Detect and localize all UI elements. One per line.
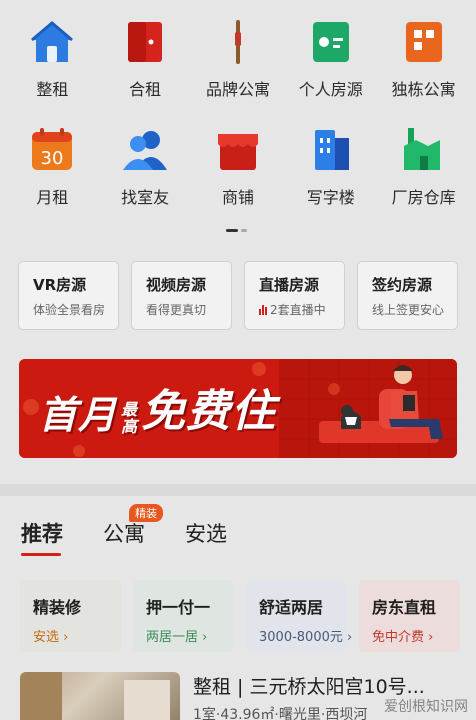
people-icon xyxy=(121,126,169,174)
live-bars-icon xyxy=(259,304,267,315)
promo-banner[interactable]: 首月 最 高 免费住 xyxy=(19,359,457,458)
feature-title: 押一付一 xyxy=(146,598,211,617)
category-label: 独栋公寓 xyxy=(391,80,456,99)
banner-first-month: 首月 xyxy=(39,393,118,437)
category-label: 品牌公寓 xyxy=(205,80,270,99)
banner-small-bottom: 高 xyxy=(121,417,138,436)
building-icon xyxy=(400,18,448,66)
card-title: 视频房源 xyxy=(146,276,207,294)
category-monthly-rent[interactable]: 30 月租 xyxy=(7,126,97,208)
house-icon xyxy=(28,18,76,66)
feature-subtitle: 免中介费 › xyxy=(372,630,434,645)
signed-listing-card[interactable]: 签约房源 线上签更安心 xyxy=(357,261,458,330)
page-indicator xyxy=(226,229,247,232)
office-tower-icon xyxy=(307,126,355,174)
category-label: 厂房仓库 xyxy=(391,188,456,207)
id-card-icon xyxy=(307,18,355,66)
tab-label: 安选 xyxy=(185,522,227,546)
page-dot-active xyxy=(226,229,238,232)
category-standalone-apartment[interactable]: 独栋公寓 xyxy=(379,18,469,100)
banner-up-to: 最 高 xyxy=(121,401,137,435)
category-row-1: 整租 合租 品牌公寓 个人房源 独栋公寓 xyxy=(0,18,476,100)
tab-safe-select[interactable]: 安选 xyxy=(185,518,227,548)
feature-card-landlord-direct[interactable]: 房东直租 免中介费 › xyxy=(359,580,460,652)
category-brand-apartment[interactable]: 品牌公寓 xyxy=(193,18,283,100)
category-label: 商铺 xyxy=(221,188,254,207)
card-subtitle: 体验全景看房 xyxy=(33,303,106,317)
calendar-icon: 30 xyxy=(28,126,76,174)
calendar-number: 30 xyxy=(41,148,64,169)
page-dot xyxy=(241,229,247,232)
video-listing-card[interactable]: 视频房源 看得更真切 xyxy=(131,261,232,330)
live-listing-card[interactable]: 直播房源 2套直播中 xyxy=(244,261,345,330)
category-label: 个人房源 xyxy=(298,80,363,99)
category-factory-warehouse[interactable]: 厂房仓库 xyxy=(379,126,469,208)
pin-icon xyxy=(214,18,262,66)
feature-subtitle: 两居一居 › xyxy=(146,630,208,645)
category-whole-rent[interactable]: 整租 xyxy=(7,18,97,100)
feature-title: 精装修 xyxy=(33,598,82,617)
banner-free-stay: 免费住 xyxy=(141,386,277,437)
tab-recommend[interactable]: 推荐 xyxy=(21,518,63,556)
category-label: 合租 xyxy=(129,80,162,99)
feature-subtitle: 3000-8000元 › xyxy=(259,630,353,645)
category-find-roommate[interactable]: 找室友 xyxy=(100,126,190,208)
shop-icon xyxy=(214,126,262,174)
listing-photo xyxy=(20,672,180,720)
feature-subtitle: 安选 › xyxy=(33,630,69,645)
banner-small-top: 最 xyxy=(121,400,138,419)
card-title: 签约房源 xyxy=(372,276,433,294)
feature-card-deposit-one[interactable]: 押一付一 两居一居 › xyxy=(133,580,234,652)
card-subtitle-row: 2套直播中 xyxy=(259,301,336,318)
category-shared-rent[interactable]: 合租 xyxy=(100,18,190,100)
category-shop[interactable]: 商铺 xyxy=(193,126,283,208)
tab-apartment[interactable]: 公寓 精装 xyxy=(103,504,163,548)
card-subtitle: 看得更真切 xyxy=(146,303,207,317)
listing-title: 整租 | 三元桥太阳宫10号... xyxy=(193,676,425,698)
factory-icon xyxy=(400,126,448,174)
category-label: 整租 xyxy=(36,80,69,99)
door-icon xyxy=(121,18,169,66)
vr-listing-card[interactable]: VR房源 体验全景看房 xyxy=(18,261,119,330)
quick-card-row: VR房源 体验全景看房 视频房源 看得更真切 直播房源 2套直播中 签约房源 线… xyxy=(18,261,458,330)
feature-title: 舒适两居 xyxy=(259,598,324,617)
category-grid: 整租 合租 品牌公寓 个人房源 独栋公寓 30 月租 找室友 商铺 写字楼 厂房… xyxy=(0,18,476,234)
card-title: 直播房源 xyxy=(259,276,320,294)
category-office[interactable]: 写字楼 xyxy=(286,126,376,208)
feature-card-row: 精装修 安选 › 押一付一 两居一居 › 舒适两居 3000-8000元 › 房… xyxy=(20,580,460,652)
feature-title: 房东直租 xyxy=(372,598,437,617)
category-label: 找室友 xyxy=(121,188,170,207)
category-row-2: 30 月租 找室友 商铺 写字楼 厂房仓库 xyxy=(0,126,476,208)
card-subtitle: 2套直播中 xyxy=(270,303,326,317)
tab-label: 公寓 xyxy=(103,522,145,546)
banner-headline: 首月 最 高 免费住 xyxy=(39,375,276,439)
category-personal-listing[interactable]: 个人房源 xyxy=(286,18,376,100)
feature-card-two-bedroom[interactable]: 舒适两居 3000-8000元 › xyxy=(246,580,353,652)
card-subtitle: 线上签更安心 xyxy=(372,303,445,317)
tab-badge: 精装 xyxy=(129,504,163,522)
feed-tabs: 推荐 公寓 精装 安选 xyxy=(21,504,227,556)
card-title: VR房源 xyxy=(33,276,87,294)
watermark: 爱创根知识网 xyxy=(384,699,468,715)
feature-card-renovated[interactable]: 精装修 安选 › xyxy=(20,580,121,652)
section-divider xyxy=(0,484,476,496)
category-label: 月租 xyxy=(36,188,69,207)
tab-label: 推荐 xyxy=(21,522,63,546)
category-label: 写字楼 xyxy=(306,188,355,207)
